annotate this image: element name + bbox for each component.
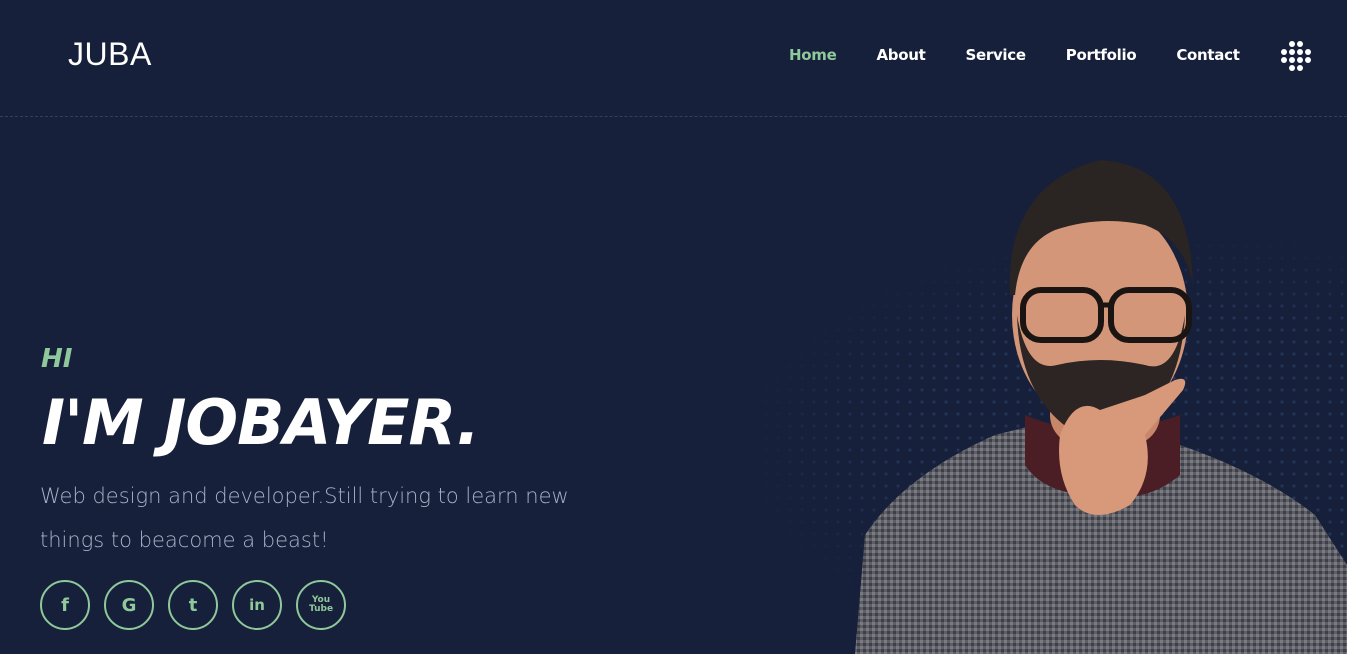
nav-portfolio[interactable]: Portfolio (1066, 46, 1137, 64)
social-links: f G t in You Tube (40, 580, 346, 630)
google-icon[interactable]: G (104, 580, 154, 630)
facebook-icon[interactable]: f (40, 580, 90, 630)
site-header: JUBA Home About Service Portfolio Contac… (0, 0, 1347, 117)
nav-home[interactable]: Home (789, 46, 837, 64)
hero-description-line1: Web design and developer.Still trying to… (40, 484, 569, 508)
linkedin-icon[interactable]: in (232, 580, 282, 630)
man-with-glasses-and-beard-photo (855, 160, 1347, 654)
nav-about[interactable]: About (876, 46, 925, 64)
youtube-icon[interactable]: You Tube (296, 580, 346, 630)
main-nav: Home About Service Portfolio Contact (789, 46, 1280, 64)
hero-description-line2: things to beacome a beast! (40, 528, 329, 552)
youtube-glyph-bottom: Tube (308, 604, 334, 614)
tumblr-icon[interactable]: t (168, 580, 218, 630)
nav-service[interactable]: Service (965, 46, 1026, 64)
hero-greeting: HI (41, 344, 73, 374)
hero-description: Web design and developer.Still trying to… (40, 474, 640, 562)
grid-dots-icon[interactable] (1281, 41, 1311, 71)
hero-name: I'M JOBAYER. (42, 386, 480, 459)
nav-contact[interactable]: Contact (1176, 46, 1240, 64)
site-logo[interactable]: JUBA (68, 36, 152, 73)
